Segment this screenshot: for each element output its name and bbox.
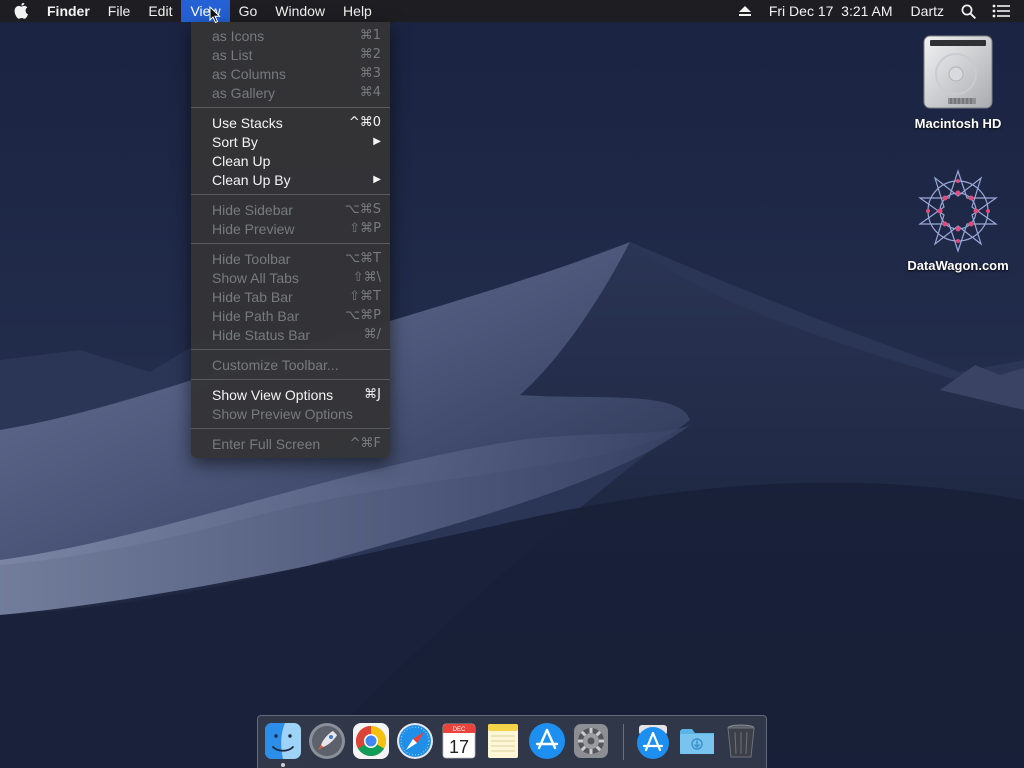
- menu-bar: Finder File Edit View Go Window Help Fri…: [0, 0, 1024, 22]
- dock-app-finder[interactable]: [263, 721, 303, 761]
- dock-app-chrome[interactable]: [351, 721, 391, 761]
- menu-item-hide-tab-bar[interactable]: Hide Tab Bar ⇧⌘T: [191, 287, 390, 306]
- notes-icon: [488, 724, 518, 758]
- menu-item-as-icons[interactable]: as Icons ⌘1: [191, 26, 390, 45]
- apple-menu[interactable]: [0, 0, 38, 22]
- safari-icon: [397, 723, 433, 759]
- notification-center-icon[interactable]: [984, 0, 1024, 22]
- menu-view[interactable]: View: [181, 0, 230, 22]
- menu-bar-clock[interactable]: Fri Dec 17 3:21 AM: [760, 0, 902, 22]
- view-menu-dropdown: as Icons ⌘1 as List ⌘2 as Columns ⌘3 as Gal…: [191, 22, 390, 458]
- desktop-icon-label: Macintosh HD: [914, 116, 1002, 131]
- dock-app-system-preferences[interactable]: [571, 721, 611, 761]
- dock: DEC 17: [257, 715, 767, 768]
- eject-icon[interactable]: [730, 0, 760, 22]
- menu-item-as-columns[interactable]: as Columns ⌘3: [191, 64, 390, 83]
- menu-item-hide-status-bar[interactable]: Hide Status Bar ⌘/: [191, 325, 390, 344]
- dock-app-app-store[interactable]: [527, 721, 567, 761]
- dock-divider: [623, 724, 624, 760]
- menu-window[interactable]: Window: [266, 0, 334, 22]
- app-store-icon: [529, 723, 565, 759]
- running-indicator: [281, 763, 285, 767]
- dock-app-calendar[interactable]: DEC 17: [439, 721, 479, 761]
- wallpaper-dunes: [0, 0, 1024, 768]
- menu-item-customize-toolbar[interactable]: Customize Toolbar...: [191, 355, 390, 374]
- menu-item-as-gallery[interactable]: as Gallery ⌘4: [191, 83, 390, 102]
- menu-separator: [191, 428, 390, 429]
- menu-separator: [191, 379, 390, 380]
- submenu-arrow-icon: ▶: [373, 174, 381, 185]
- gear-icon: [574, 724, 608, 758]
- menu-item-show-view-options[interactable]: Show View Options ⌘J: [191, 385, 390, 404]
- folder-icon: [680, 729, 714, 754]
- menu-help[interactable]: Help: [334, 0, 381, 22]
- calendar-month: DEC: [453, 727, 466, 733]
- spotlight-search-icon[interactable]: [953, 0, 984, 22]
- menu-item-as-list[interactable]: as List ⌘2: [191, 45, 390, 64]
- menu-item-hide-path-bar[interactable]: Hide Path Bar ⌥⌘P: [191, 306, 390, 325]
- dock-stack-applications[interactable]: [633, 721, 673, 761]
- menu-separator: [191, 349, 390, 350]
- app-store-icon: [637, 725, 669, 759]
- menu-separator: [191, 243, 390, 244]
- menu-item-enter-full-screen[interactable]: Enter Full Screen ^⌘F: [191, 434, 390, 453]
- finder-icon: [265, 723, 301, 759]
- hard-drive-icon: [923, 35, 993, 109]
- desktop-icon-label: DataWagon.com: [907, 258, 1009, 273]
- menu-item-use-stacks[interactable]: Use Stacks ^⌘0: [191, 113, 390, 132]
- star-pattern-icon: [918, 169, 998, 253]
- desktop-icon-macintosh-hd[interactable]: Macintosh HD: [898, 32, 1018, 131]
- menu-edit[interactable]: Edit: [139, 0, 181, 22]
- menu-item-show-preview-options[interactable]: Show Preview Options: [191, 404, 390, 423]
- menu-item-hide-preview[interactable]: Hide Preview ⇧⌘P: [191, 219, 390, 238]
- dock-trash[interactable]: [721, 721, 761, 761]
- dock-app-notes[interactable]: [483, 721, 523, 761]
- menu-item-clean-up-by[interactable]: Clean Up By ▶: [191, 170, 390, 189]
- dock-app-safari[interactable]: [395, 721, 435, 761]
- menu-item-sort-by[interactable]: Sort By ▶: [191, 132, 390, 151]
- launchpad-icon: [309, 723, 345, 759]
- menu-item-clean-up[interactable]: Clean Up: [191, 151, 390, 170]
- menu-separator: [191, 107, 390, 108]
- trash-icon: [727, 724, 755, 758]
- mouse-cursor-icon: [209, 6, 221, 24]
- menu-bar-user[interactable]: Dartz: [902, 0, 953, 22]
- submenu-arrow-icon: ▶: [373, 136, 381, 147]
- menu-separator: [191, 194, 390, 195]
- menu-item-hide-sidebar[interactable]: Hide Sidebar ⌥⌘S: [191, 200, 390, 219]
- dock-app-launchpad[interactable]: [307, 721, 347, 761]
- menu-go[interactable]: Go: [230, 0, 267, 22]
- chrome-icon: [353, 723, 389, 759]
- menu-item-hide-toolbar[interactable]: Hide Toolbar ⌥⌘T: [191, 249, 390, 268]
- menu-file[interactable]: File: [99, 0, 140, 22]
- menu-bar-extras: Fri Dec 17 3:21 AM Dartz: [730, 0, 1024, 22]
- desktop: Finder File Edit View Go Window Help Fri…: [0, 0, 1024, 768]
- menu-app-finder[interactable]: Finder: [38, 0, 99, 22]
- calendar-day: 17: [449, 737, 469, 757]
- dock-stack-downloads[interactable]: [677, 721, 717, 761]
- calendar-icon: DEC 17: [442, 723, 476, 759]
- apple-icon: [14, 3, 28, 19]
- menu-item-show-all-tabs[interactable]: Show All Tabs ⇧⌘\: [191, 268, 390, 287]
- desktop-icon-datawagon[interactable]: DataWagon.com: [898, 168, 1018, 273]
